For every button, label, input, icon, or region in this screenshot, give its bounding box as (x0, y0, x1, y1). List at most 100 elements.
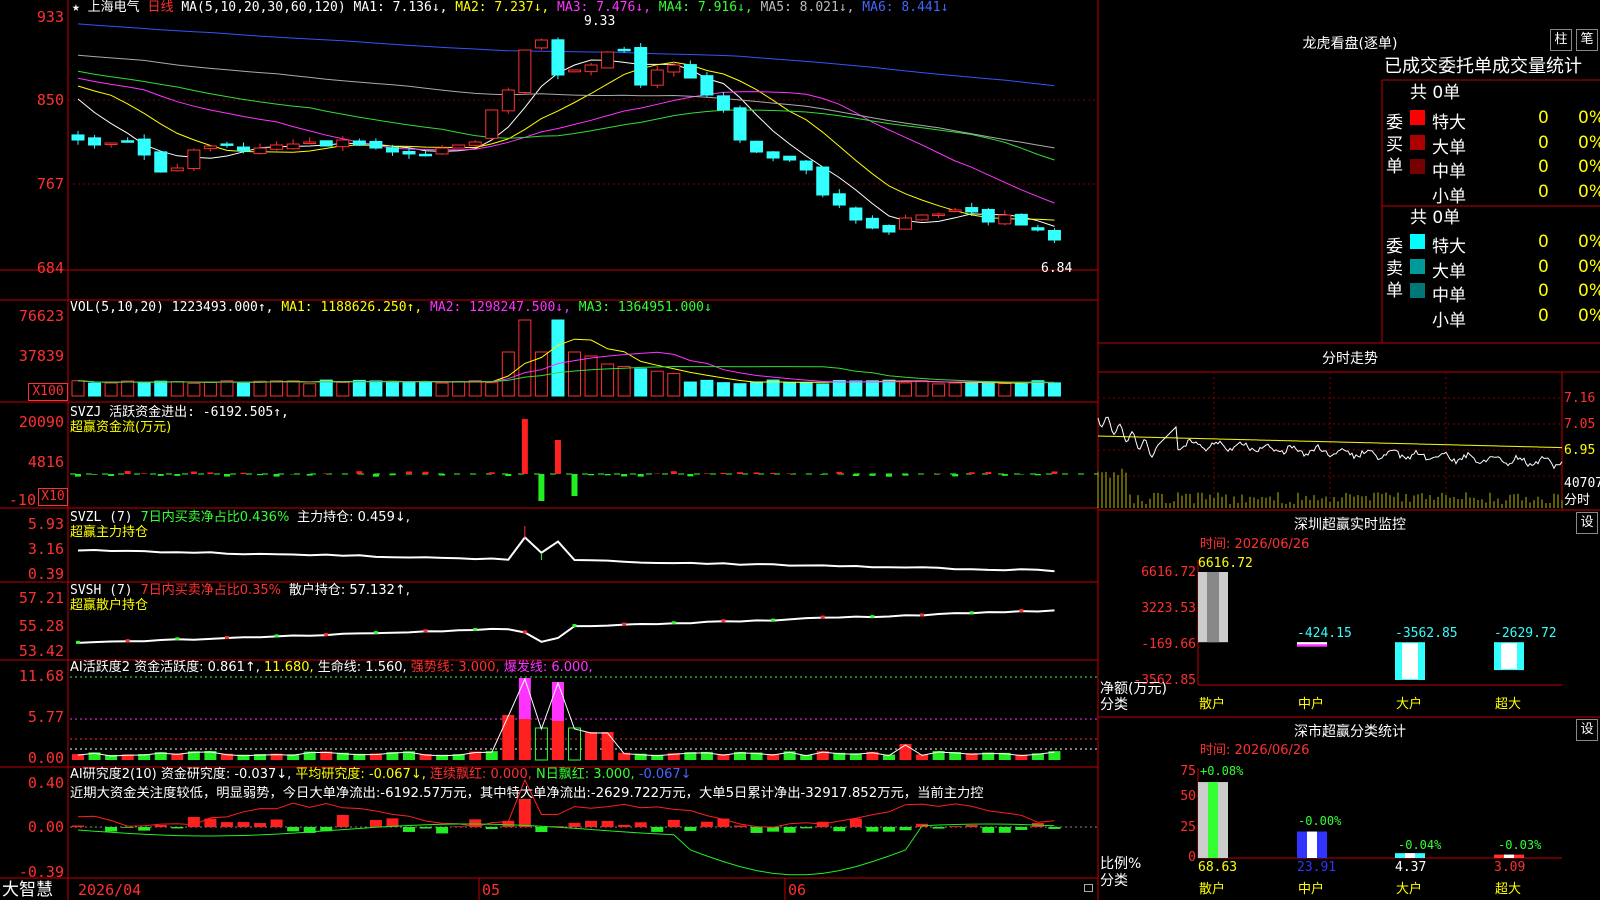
ai-research-bar (932, 827, 945, 829)
candle (584, 64, 598, 73)
ai-active-title: AI活跃度2 资金活跃度: 0.861↑, (70, 660, 260, 675)
sz-classify-y-tick: 25 (1180, 820, 1196, 835)
volume-bar (253, 380, 267, 397)
sz-classify-time: 时间: 2026/06/26 (1200, 743, 1310, 758)
volume-bar (402, 381, 416, 397)
ai-active-bar (601, 732, 614, 760)
svzj-bar (836, 471, 843, 474)
candle (799, 160, 813, 171)
ai-research-bar (750, 827, 763, 833)
sz-classify-category: 超大 (1495, 882, 1522, 897)
candle (369, 140, 383, 149)
svzj-bar (190, 471, 197, 474)
sz-monitor-title: 深圳超赢实时监控 (1294, 517, 1406, 533)
sz-classify-bar-shade (1307, 831, 1317, 858)
sell-order-percent: 0% (1578, 305, 1600, 326)
ma1-value: MA1: 7.136↓, (353, 0, 448, 15)
volume-bar (634, 368, 648, 397)
candle (220, 143, 234, 146)
svsh-dot (1019, 609, 1024, 613)
ai-research-bar (667, 819, 680, 827)
sz-monitor-settings-button[interactable]: 设 (1576, 512, 1598, 534)
candle (336, 139, 350, 148)
ai-active-bar (551, 682, 564, 721)
svzj-bar (174, 474, 181, 476)
ai-research-bar (419, 827, 432, 829)
candle (634, 47, 648, 86)
intraday-y-tick: 6.95 (1564, 443, 1596, 458)
volume-bar (237, 382, 250, 397)
ai-research-bar (254, 823, 267, 827)
price-y-tick: 767 (36, 175, 64, 193)
svzj-bar (869, 474, 876, 476)
bar-mode-button[interactable]: 柱 (1550, 29, 1572, 51)
vol-y-tick: 37839 (18, 347, 64, 365)
volume-bar (932, 383, 946, 397)
ai-research-bar (270, 819, 283, 827)
candle (832, 193, 846, 206)
sz-classify-settings-button[interactable]: 设 (1576, 719, 1598, 741)
svzj-bar (968, 472, 975, 474)
candle (849, 207, 863, 221)
candle (766, 151, 780, 159)
sz-monitor-category: 大户 (1396, 697, 1423, 712)
ma4-value: MA4: 7.916↓, (658, 0, 753, 15)
sell-order-count: 0 (1538, 281, 1549, 301)
svzj-bar (141, 473, 148, 474)
ai-research-bar (949, 826, 962, 827)
volume-bar (71, 380, 85, 397)
app-logo[interactable]: 大智慧 (2, 880, 53, 900)
svzl-main-hold: 主力持仓: 0.459↓, (297, 510, 410, 525)
svzl-line (77, 535, 1055, 573)
candle (518, 49, 532, 93)
candle (435, 147, 449, 155)
sz-monitor-category: 中户 (1298, 697, 1325, 712)
sz-classify-value-label: 3.09 (1494, 860, 1526, 875)
volume-bar (783, 381, 797, 397)
ai-research-title: AI研究度2(10) 资金研究度: -0.037↓, (70, 767, 292, 782)
candle (137, 138, 151, 156)
sz-classify-y-tick: 0 (1188, 850, 1196, 865)
vol-ma3: MA3: 1364951.000↓ (578, 300, 712, 315)
ma-header: MA(5,10,20,30,60,120) (181, 0, 346, 15)
period-label[interactable]: 日线 (148, 0, 174, 15)
tick-mode-button[interactable]: 笔 (1576, 29, 1598, 51)
ai-research-bar (568, 822, 581, 827)
svsh-dot (920, 613, 925, 617)
ai-research-bar (783, 827, 796, 833)
candle (121, 140, 135, 143)
svzj-bar (240, 472, 247, 474)
candle (468, 141, 482, 146)
sz-classify-value-label: 4.37 (1395, 860, 1427, 875)
sell-orders-label: 委卖单 (1386, 237, 1403, 301)
svsh-dot (224, 636, 229, 640)
lock-icon[interactable] (1084, 884, 1093, 892)
ai-research-bar (1015, 827, 1028, 830)
dragon-tiger-tabs[interactable]: 已成交委托单成交量统计 (1384, 56, 1600, 78)
stock-name[interactable]: 上海电气 (88, 0, 140, 15)
sz-monitor-bar-label: -2629.72 (1494, 626, 1557, 641)
candle (352, 140, 366, 146)
color-swatch (1410, 159, 1425, 174)
ai-research-header: AI研究度2(10) 资金研究度: -0.037↓, 平均研究度: -0.067… (70, 767, 692, 783)
svzj-bar (439, 474, 446, 476)
volume-bar (170, 381, 184, 397)
candle (154, 151, 168, 173)
sell-order-percent: 0% (1578, 281, 1600, 301)
favorite-star-icon[interactable]: ★ (72, 0, 80, 15)
sz-classify-category: 散户 (1199, 882, 1226, 897)
ai-research-bar (287, 827, 300, 832)
sz-classify-change-label: -0.04% (1398, 838, 1442, 852)
low-price-label: 6.84 (1041, 261, 1073, 276)
sz-monitor-category: 超大 (1495, 697, 1522, 712)
ai-research-y-tick: -0.39 (18, 863, 64, 881)
svzj-bar (985, 471, 992, 474)
ai-research-bar (369, 820, 382, 827)
candle (683, 64, 697, 79)
ma2-value: MA2: 7.237↓, (455, 0, 550, 15)
price-y-tick: 933 (36, 8, 64, 26)
svzj-bar (621, 474, 628, 477)
candle (932, 213, 946, 216)
sell-order-name: 小单 (1432, 310, 1466, 331)
ai-active-y-tick: 5.77 (27, 708, 64, 726)
